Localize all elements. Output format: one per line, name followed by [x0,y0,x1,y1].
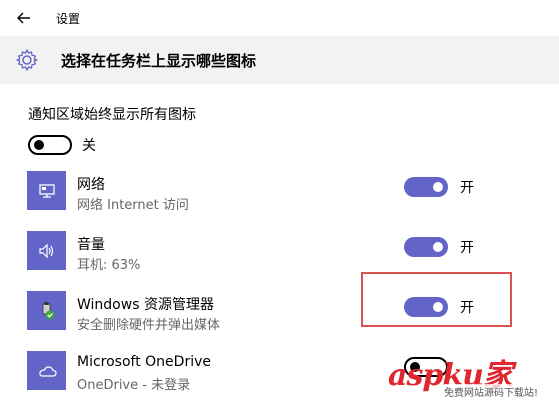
page-header: 选择在任务栏上显示哪些图标 [0,36,559,84]
toggle-state-text: 开 [460,180,474,196]
toggle-knob [34,140,44,150]
onedrive-icon [27,351,66,390]
toggle-switch[interactable] [404,177,448,197]
item-title: 网络 [77,177,105,193]
list-item-network: 网络 网络 Internet 访问 开 [27,171,559,221]
item-subtitle: 安全删除硬件并弹出媒体 [77,318,221,333]
item-subtitle: OneDrive - 未登录 [77,378,191,393]
item-subtitle: 网络 Internet 访问 [77,198,189,213]
usb-safe-remove-icon [27,291,66,330]
item-title: 音量 [77,237,105,253]
item-title: Microsoft OneDrive [77,354,211,370]
always-show-label: 通知区域始终显示所有图标 [28,107,196,123]
watermark-subtitle: 免费网站源码下载站! [444,384,539,399]
page-title: 选择在任务栏上显示哪些图标 [61,51,257,70]
volume-icon [27,231,66,270]
network-icon [27,171,66,210]
toggle-switch[interactable] [28,135,72,155]
volume-toggle[interactable]: 开 [404,237,474,257]
back-button[interactable] [0,0,48,36]
toggle-knob [433,242,443,252]
item-subtitle: 耳机: 63% [77,258,141,273]
app-title: 设置 [56,11,81,26]
site-watermark-logo: aspku家 免费网站源码下载站! [388,350,558,400]
highlight-box [361,272,512,327]
gear-icon [13,46,41,74]
toggle-state-text: 关 [82,138,96,154]
always-show-toggle[interactable]: 关 [28,135,96,155]
toggle-knob [433,182,443,192]
toggle-state-text: 开 [460,240,474,256]
item-title: Windows 资源管理器 [77,297,214,313]
back-arrow-icon [17,12,30,24]
toggle-switch[interactable] [404,237,448,257]
network-toggle[interactable]: 开 [404,177,474,197]
title-bar: 设置 [0,0,559,36]
